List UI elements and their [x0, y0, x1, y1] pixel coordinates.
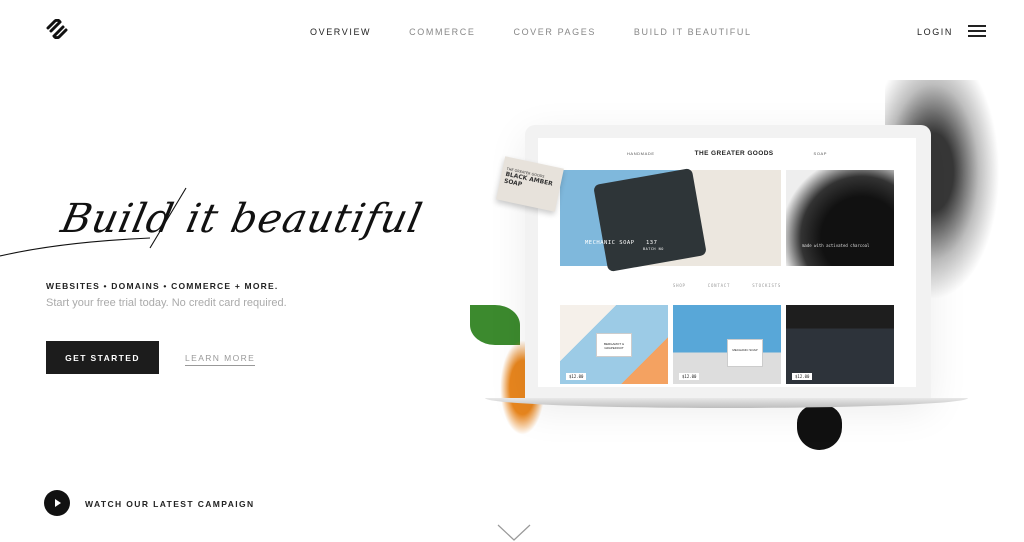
product-tag: MECHANIC SOAP — [727, 339, 763, 367]
product-price: $12.00 — [679, 373, 700, 380]
preview-charcoal-image: made with activated charcoal — [786, 170, 894, 266]
leaf-decoration — [470, 305, 520, 345]
play-button[interactable] — [44, 490, 70, 516]
website-preview: HANDMADE THE GREATER GOODS SOAP MECHANIC… — [538, 138, 916, 387]
preview-link-shop: SHOP — [672, 283, 686, 288]
laptop-mockup: HANDMADE THE GREATER GOODS SOAP MECHANIC… — [525, 125, 931, 400]
subtitle: Start your free trial today. No credit c… — [46, 297, 287, 309]
script-title: Build it beautiful — [57, 196, 427, 242]
nav-cover-pages[interactable]: COVER PAGES — [513, 27, 595, 37]
preview-product: BERGAMOT & GRAPEFRUIT $12.00 — [560, 305, 668, 384]
preview-product: $12.00 — [786, 305, 894, 384]
login-link[interactable]: LOGIN — [917, 27, 953, 37]
product-price: $12.00 — [792, 373, 813, 380]
preview-link-contact: CONTACT — [707, 283, 731, 288]
chevron-down-icon[interactable] — [497, 524, 531, 542]
preview-charcoal-caption: made with activated charcoal — [802, 243, 870, 248]
tagline: WEBSITES • DOMAINS • COMMERCE + MORE. — [46, 281, 279, 291]
learn-more-link[interactable]: LEARN MORE — [185, 353, 256, 366]
top-nav: OVERVIEW COMMERCE COVER PAGES BUILD IT B… — [0, 0, 1024, 64]
preview-nav-handmade: HANDMADE — [626, 151, 655, 156]
nav-commerce[interactable]: COMMERCE — [409, 27, 475, 37]
play-icon — [55, 499, 61, 507]
nav-overview[interactable]: OVERVIEW — [310, 27, 371, 37]
product-price: $12.00 — [566, 373, 587, 380]
squarespace-logo[interactable] — [45, 19, 69, 39]
preview-hero-sub: BATCH NO — [643, 247, 664, 251]
preview-product: MECHANIC SOAP $12.00 — [673, 305, 781, 384]
laptop-base — [485, 398, 968, 408]
soap-drip-decoration — [797, 405, 842, 450]
preview-link-stockists: STOCKISTS — [752, 283, 782, 288]
watch-campaign-link[interactable]: WATCH OUR LATEST CAMPAIGN — [85, 499, 255, 509]
get-started-button[interactable]: GET STARTED — [46, 341, 159, 374]
preview-hero-image: MECHANIC SOAP 137 BATCH NO — [560, 167, 781, 273]
preview-hero-number: 137 — [645, 240, 658, 246]
preview-brand: THE GREATER GOODS — [694, 150, 774, 157]
hamburger-icon[interactable] — [968, 25, 986, 37]
product-tag: BERGAMOT & GRAPEFRUIT — [596, 333, 632, 357]
nav-build-it-beautiful[interactable]: BUILD IT BEAUTIFUL — [634, 27, 752, 37]
preview-hero-title: MECHANIC SOAP — [585, 240, 635, 246]
preview-nav-soap: SOAP — [813, 151, 828, 156]
